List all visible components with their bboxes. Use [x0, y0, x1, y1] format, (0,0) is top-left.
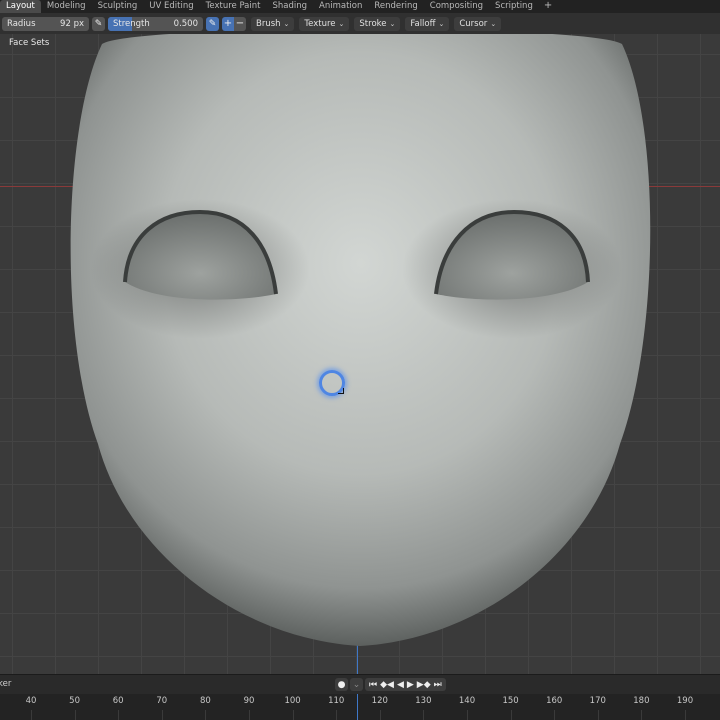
timeline-header: ker ● ⌄ ⏮ ◆◀ ◀ ▶ ▶◆ ⏭: [0, 675, 720, 694]
ruler-tick: [205, 710, 207, 720]
direction-subtract-button[interactable]: −: [234, 16, 246, 31]
playback-controls: ● ⌄ ⏮ ◆◀ ◀ ▶ ▶◆ ⏭: [335, 678, 446, 691]
chevron-down-icon: ⌄: [283, 19, 290, 28]
3d-viewport[interactable]: Face Sets: [0, 34, 720, 674]
play-icon[interactable]: ▶: [407, 680, 414, 690]
frame-number: 190: [676, 696, 694, 706]
previous-keyframe-icon[interactable]: ◆◀: [380, 680, 394, 690]
frame-number: 120: [371, 696, 388, 706]
frame-number: 50: [69, 696, 81, 706]
face-surface: [70, 34, 651, 646]
face-sets-label: Face Sets: [9, 38, 50, 48]
tab-uv-editing[interactable]: UV Editing: [143, 0, 199, 13]
tab-animation[interactable]: Animation: [313, 0, 368, 13]
record-button[interactable]: ●: [335, 678, 348, 691]
frame-number: 150: [502, 696, 519, 706]
frame-number: 70: [156, 696, 168, 706]
timeline-editor: ker ● ⌄ ⏮ ◆◀ ◀ ▶ ▶◆ ⏭ 40 50 60 70 80 90 100 110…: [0, 674, 720, 720]
texture-menu[interactable]: Texture ⌄: [299, 16, 350, 31]
workspace-tabs: Layout Modeling Sculpting UV Editing Tex…: [0, 0, 720, 13]
chevron-down-icon: ⌄: [338, 19, 345, 28]
cursor-menu[interactable]: Cursor ⌄: [454, 16, 502, 31]
frame-number: 90: [243, 696, 255, 706]
play-reverse-icon[interactable]: ◀: [397, 680, 404, 690]
frame-number: 130: [415, 696, 432, 706]
radius-field[interactable]: Radius 92 px: [2, 16, 89, 31]
stroke-menu[interactable]: Stroke ⌄: [354, 16, 401, 31]
strength-value: 0.500: [173, 18, 198, 29]
chevron-down-icon: ⌄: [438, 19, 445, 28]
ruler-tick: [641, 710, 643, 720]
radius-value: 92 px: [60, 18, 84, 29]
frame-number: 100: [284, 696, 301, 706]
strength-label: Strength: [113, 18, 150, 29]
frame-number: 180: [633, 696, 650, 706]
frame-number: 60: [112, 696, 124, 706]
direction-add-button[interactable]: +: [222, 16, 234, 31]
tab-shading[interactable]: Shading: [266, 0, 313, 13]
frame-number: 40: [25, 696, 37, 706]
frame-number: 140: [458, 696, 476, 706]
ruler-tick: [423, 710, 425, 720]
tool-settings-header: Radius 92 px ✎ Strength 0.500 ✎ + − Brus…: [0, 13, 720, 34]
jump-to-start-icon[interactable]: ⏮: [369, 680, 377, 690]
crosshair-icon: [338, 388, 344, 394]
frame-ruler[interactable]: 40 50 60 70 80 90 100 110 120 130 140 150 160 170 180 1…: [0, 694, 720, 720]
ruler-tick: [292, 710, 294, 720]
frame-number: 80: [199, 696, 211, 706]
chevron-down-icon: ⌄: [389, 19, 396, 28]
ruler-tick: [510, 710, 512, 720]
next-keyframe-icon[interactable]: ▶◆: [417, 680, 431, 690]
tab-layout[interactable]: Layout: [0, 0, 41, 13]
keying-dropdown[interactable]: ⌄: [350, 678, 363, 691]
tab-modeling[interactable]: Modeling: [41, 0, 92, 13]
add-workspace-button[interactable]: +: [539, 0, 557, 13]
ruler-tick: [597, 710, 599, 720]
ruler-tick: [336, 710, 338, 720]
brush-menu[interactable]: Brush ⌄: [251, 16, 295, 31]
ruler-tick: [31, 710, 32, 720]
sculpted-face-mesh[interactable]: [0, 34, 720, 674]
radius-label: Radius: [7, 18, 36, 29]
transport-buttons: ⏮ ◆◀ ◀ ▶ ▶◆ ⏭: [365, 678, 446, 691]
chevron-down-icon: ⌄: [490, 19, 497, 28]
ruler-tick: [249, 710, 250, 720]
current-frame-line[interactable]: [357, 694, 358, 720]
jump-to-end-icon[interactable]: ⏭: [434, 680, 442, 690]
tab-sculpting[interactable]: Sculpting: [92, 0, 144, 13]
ruler-tick: [74, 710, 76, 720]
ruler-tick: [685, 710, 686, 720]
tab-scripting[interactable]: Scripting: [489, 0, 539, 13]
marker-menu[interactable]: ker: [0, 679, 11, 689]
ruler-tick: [467, 710, 468, 720]
falloff-menu[interactable]: Falloff ⌄: [405, 16, 450, 31]
tab-texture-paint[interactable]: Texture Paint: [200, 0, 267, 13]
radius-pressure-pen-icon[interactable]: ✎: [92, 16, 105, 31]
tab-rendering[interactable]: Rendering: [368, 0, 423, 13]
ruler-tick: [161, 710, 163, 720]
strength-pressure-pen-icon[interactable]: ✎: [206, 16, 219, 31]
frame-number: 160: [546, 696, 563, 706]
strength-field[interactable]: Strength 0.500: [108, 16, 203, 31]
frame-number: 170: [589, 696, 606, 706]
ruler-tick: [379, 710, 381, 720]
ruler-tick: [118, 710, 120, 720]
ruler-tick: [554, 710, 556, 720]
tab-compositing[interactable]: Compositing: [424, 0, 489, 13]
frame-number: 110: [328, 696, 345, 706]
